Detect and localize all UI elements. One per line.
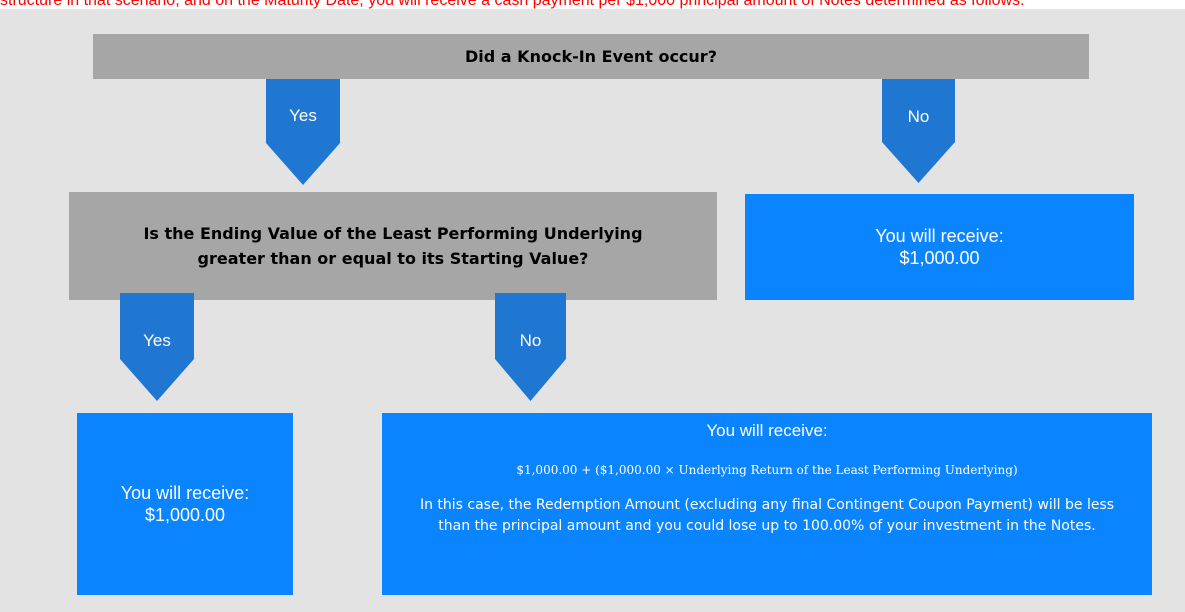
- q2-yes-arrow: Yes: [120, 293, 194, 401]
- yes-no-result-box: You will receive: $1,000.00 + ($1,000.00…: [382, 413, 1152, 595]
- knock-in-question-box: Did a Knock-In Event occur?: [93, 34, 1089, 79]
- q1-yes-label: Yes: [289, 106, 317, 125]
- yes-yes-result-box: You will receive: $1,000.00: [77, 413, 293, 595]
- knock-in-question: Did a Knock-In Event occur?: [465, 47, 717, 66]
- yes-no-result-label: You will receive:: [706, 421, 828, 440]
- q1-no-label: No: [907, 107, 930, 126]
- no-knock-in-result-label: You will receive:: [875, 226, 1004, 246]
- ending-value-question-line1: Is the Ending Value of the Least Perform…: [143, 224, 643, 243]
- ending-value-question-line2: greater than or equal to its Starting Va…: [197, 249, 589, 268]
- ending-value-question-box: Is the Ending Value of the Least Perform…: [69, 192, 717, 300]
- yes-no-result-note: In this case, the Redemption Amount (exc…: [419, 497, 1115, 534]
- yes-yes-result-label: You will receive:: [120, 483, 250, 503]
- q2-yes-label: Yes: [143, 331, 171, 350]
- yes-yes-result-value: $1,000.00: [144, 505, 226, 525]
- no-knock-in-result-value: $1,000.00: [899, 248, 980, 268]
- flowchart-panel: Did a Knock-In Event occur? Yes No Is th…: [0, 9, 1185, 612]
- q2-no-arrow: No: [495, 293, 566, 401]
- no-knock-in-result-box: You will receive: $1,000.00: [745, 194, 1134, 300]
- yes-no-result-formula: $1,000.00 + ($1,000.00 × Underlying Retu…: [516, 463, 1018, 477]
- q1-no-arrow: No: [882, 79, 955, 183]
- down-arrow-icon: [882, 79, 955, 183]
- q1-yes-arrow: Yes: [266, 79, 340, 185]
- q2-no-label: No: [519, 331, 542, 350]
- down-arrow-icon: [266, 79, 340, 185]
